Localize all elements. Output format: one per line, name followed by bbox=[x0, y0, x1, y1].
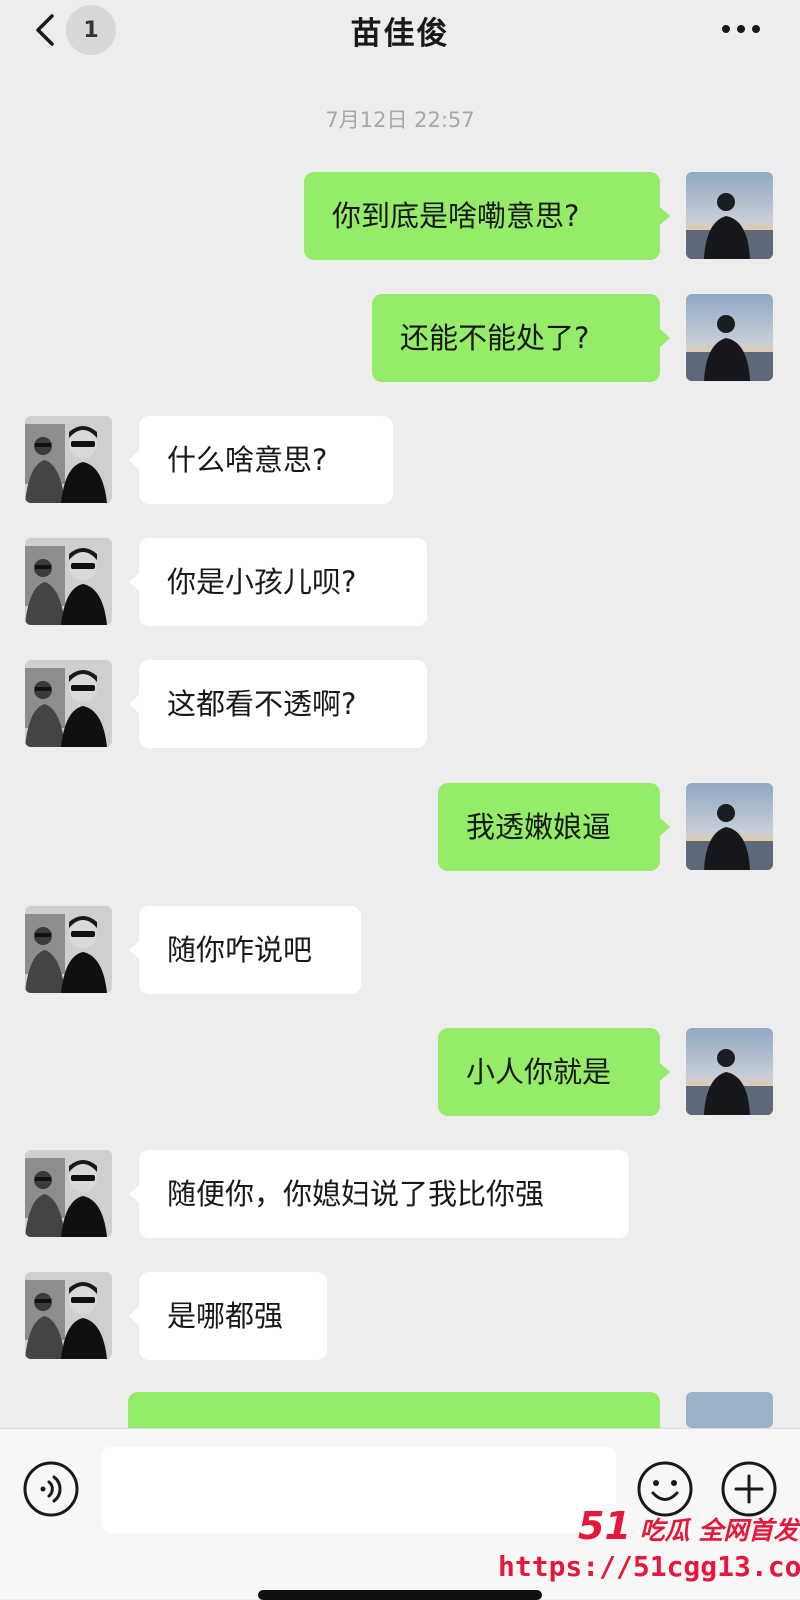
site-watermark: 51 吃瓜 全网首发 https://51cgg13.com bbox=[498, 1502, 800, 1592]
incoming-message-bubble[interactable]: 随便你，你媳妇说了我比你强 bbox=[129, 1150, 629, 1238]
incoming-message-bubble[interactable]: 什么啥意思? bbox=[129, 416, 393, 504]
self-avatar[interactable] bbox=[686, 783, 773, 870]
watermark-number: 51 bbox=[578, 1504, 631, 1548]
contact-avatar[interactable] bbox=[25, 538, 112, 625]
outgoing-message-bubble[interactable]: 你到底是啥嘞意思? bbox=[304, 172, 670, 260]
more-dots-icon bbox=[722, 25, 760, 33]
contact-avatar[interactable] bbox=[25, 660, 112, 747]
chat-header: 1 苗佳俊 bbox=[0, 0, 800, 70]
self-avatar[interactable] bbox=[686, 294, 773, 381]
watermark-tagline-row: 51 吃瓜 全网首发 bbox=[578, 1504, 800, 1548]
chat-title: 苗佳俊 bbox=[350, 16, 450, 52]
voice-icon bbox=[23, 1461, 79, 1517]
incoming-message-bubble[interactable]: 随你咋说吧 bbox=[129, 906, 361, 994]
self-avatar-partial[interactable] bbox=[686, 1392, 773, 1428]
watermark-url: https://51cgg13.com bbox=[498, 1550, 800, 1583]
outgoing-message-bubble[interactable]: 还能不能处了? bbox=[372, 294, 670, 382]
outgoing-message-bubble[interactable]: 小人你就是 bbox=[438, 1028, 670, 1116]
contact-avatar[interactable] bbox=[25, 906, 112, 993]
contact-avatar[interactable] bbox=[25, 1272, 112, 1359]
outgoing-message-bubble[interactable]: 我透嫩娘逼 bbox=[438, 783, 670, 871]
incoming-message-bubble[interactable]: 这都看不透啊? bbox=[129, 660, 427, 748]
home-indicator[interactable] bbox=[258, 1590, 542, 1600]
voice-input-button[interactable] bbox=[22, 1460, 80, 1518]
more-options-button[interactable] bbox=[716, 14, 766, 44]
contact-avatar[interactable] bbox=[25, 1150, 112, 1237]
partial-message-bubble[interactable] bbox=[128, 1392, 670, 1446]
incoming-message-bubble[interactable]: 你是小孩儿呗? bbox=[129, 538, 427, 626]
chat-timestamp: 7月12日 22:57 bbox=[325, 108, 475, 132]
contact-avatar[interactable] bbox=[25, 416, 112, 503]
self-avatar[interactable] bbox=[686, 1028, 773, 1115]
watermark-tagline: 吃瓜 全网首发 bbox=[639, 1516, 799, 1545]
self-avatar[interactable] bbox=[686, 172, 773, 259]
incoming-message-bubble[interactable]: 是哪都强 bbox=[129, 1272, 327, 1360]
